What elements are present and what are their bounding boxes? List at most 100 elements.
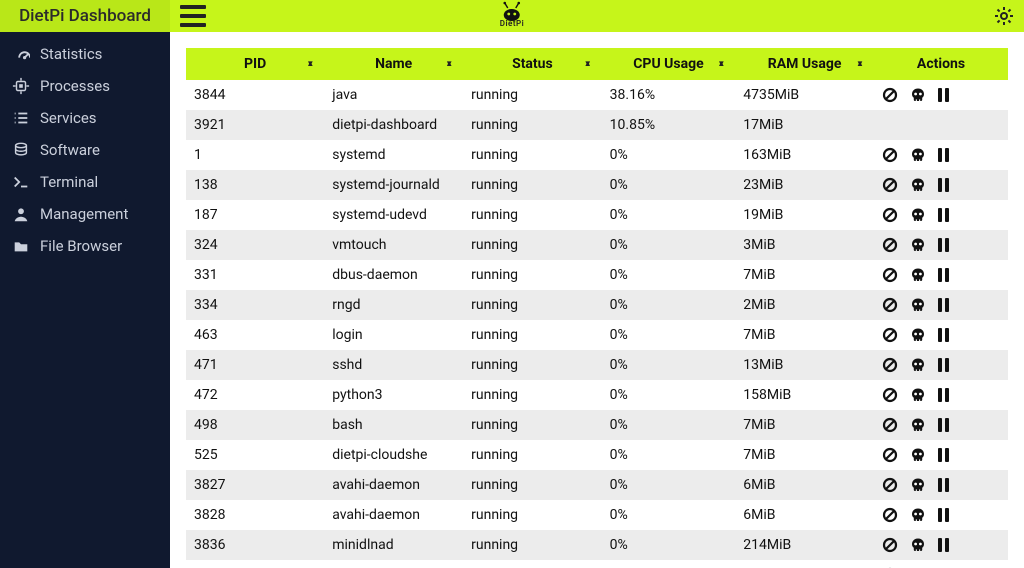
col-header-pid[interactable]: PID▲▼	[186, 48, 324, 80]
skull-icon[interactable]	[910, 447, 926, 463]
col-header-label: CPU Usage	[633, 56, 703, 72]
cell-status: running	[463, 260, 602, 290]
table-row: 3844javarunning38.16%4735MiB	[186, 80, 1008, 110]
col-header-status[interactable]: Status▲▼	[463, 48, 602, 80]
cell-name: vmtouch	[324, 230, 463, 260]
skull-icon[interactable]	[910, 267, 926, 283]
skull-icon[interactable]	[910, 537, 926, 553]
cell-pid: 525	[186, 440, 324, 470]
ban-icon[interactable]	[882, 297, 898, 313]
ban-icon[interactable]	[882, 87, 898, 103]
sidebar-item-processes[interactable]: Processes	[0, 70, 170, 102]
cell-status: running	[463, 530, 602, 560]
col-header-actions[interactable]: Actions	[874, 48, 1008, 80]
skull-icon[interactable]	[910, 147, 926, 163]
sidebar-item-management[interactable]: Management	[0, 198, 170, 230]
pause-icon[interactable]	[938, 268, 949, 282]
table-row: 3857cronrunning0%5MiB	[186, 560, 1008, 568]
ban-icon[interactable]	[882, 147, 898, 163]
app-logo: DietPi	[500, 1, 525, 28]
cell-status: running	[463, 200, 602, 230]
skull-icon[interactable]	[910, 177, 926, 193]
pause-icon[interactable]	[938, 358, 949, 372]
cell-actions	[874, 80, 1008, 110]
ban-icon[interactable]	[882, 327, 898, 343]
cell-pid: 3827	[186, 470, 324, 500]
cell-ram: 3MiB	[735, 230, 874, 260]
skull-icon[interactable]	[910, 207, 926, 223]
col-header-label: RAM Usage	[768, 56, 842, 72]
ban-icon[interactable]	[882, 177, 898, 193]
col-header-label: Name	[375, 56, 412, 72]
table-row: 3836minidlnadrunning0%214MiB	[186, 530, 1008, 560]
cell-name: avahi-daemon	[324, 470, 463, 500]
cell-name: avahi-daemon	[324, 500, 463, 530]
cell-status: running	[463, 170, 602, 200]
pause-icon[interactable]	[938, 298, 949, 312]
ban-icon[interactable]	[882, 357, 898, 373]
skull-icon[interactable]	[910, 477, 926, 493]
table-row: 525dietpi-cloudsherunning0%7MiB	[186, 440, 1008, 470]
cell-cpu: 0%	[602, 350, 736, 380]
skull-icon[interactable]	[910, 87, 926, 103]
ban-icon[interactable]	[882, 447, 898, 463]
skull-icon[interactable]	[910, 507, 926, 523]
skull-icon[interactable]	[910, 237, 926, 253]
ban-icon[interactable]	[882, 237, 898, 253]
skull-icon[interactable]	[910, 387, 926, 403]
menu-toggle-button[interactable]	[180, 0, 212, 32]
pause-icon[interactable]	[938, 508, 949, 522]
pause-icon[interactable]	[938, 88, 949, 102]
cell-cpu: 0%	[602, 410, 736, 440]
sidebar-item-file-browser[interactable]: File Browser	[0, 230, 170, 262]
sidebar-item-software[interactable]: Software	[0, 134, 170, 166]
ban-icon[interactable]	[882, 387, 898, 403]
pause-icon[interactable]	[938, 388, 949, 402]
pause-icon[interactable]	[938, 178, 949, 192]
ban-icon[interactable]	[882, 537, 898, 553]
pause-icon[interactable]	[938, 148, 949, 162]
pause-icon[interactable]	[938, 538, 949, 552]
brand-title: DietPi Dashboard	[0, 0, 170, 32]
cell-ram: 163MiB	[735, 140, 874, 170]
ban-icon[interactable]	[882, 507, 898, 523]
sidebar-item-services[interactable]: Services	[0, 102, 170, 134]
cell-name: systemd-journald	[324, 170, 463, 200]
sidebar-item-label: Management	[40, 205, 128, 223]
user-icon	[12, 205, 30, 223]
skull-icon[interactable]	[910, 297, 926, 313]
cell-status: running	[463, 290, 602, 320]
cell-actions	[874, 530, 1008, 560]
cell-pid: 3857	[186, 560, 324, 568]
sidebar-item-terminal[interactable]: Terminal	[0, 166, 170, 198]
sidebar-item-label: Statistics	[40, 45, 102, 63]
pause-icon[interactable]	[938, 328, 949, 342]
col-header-name[interactable]: Name▲▼	[324, 48, 463, 80]
ban-icon[interactable]	[882, 417, 898, 433]
ban-icon[interactable]	[882, 267, 898, 283]
col-header-ram-usage[interactable]: RAM Usage▲▼	[735, 48, 874, 80]
cell-actions	[874, 350, 1008, 380]
settings-button[interactable]	[994, 6, 1014, 30]
pause-icon[interactable]	[938, 238, 949, 252]
cell-actions	[874, 380, 1008, 410]
sidebar-item-statistics[interactable]: Statistics	[0, 38, 170, 70]
col-header-label: PID	[244, 56, 266, 72]
cell-actions	[874, 320, 1008, 350]
cell-name: dietpi-cloudshe	[324, 440, 463, 470]
logo-text: DietPi	[500, 19, 525, 28]
ban-icon[interactable]	[882, 207, 898, 223]
cell-cpu: 0%	[602, 170, 736, 200]
cell-actions	[874, 200, 1008, 230]
pause-icon[interactable]	[938, 478, 949, 492]
cell-name: sshd	[324, 350, 463, 380]
pause-icon[interactable]	[938, 208, 949, 222]
ban-icon[interactable]	[882, 477, 898, 493]
pause-icon[interactable]	[938, 418, 949, 432]
col-header-cpu-usage[interactable]: CPU Usage▲▼	[602, 48, 736, 80]
skull-icon[interactable]	[910, 417, 926, 433]
skull-icon[interactable]	[910, 357, 926, 373]
skull-icon[interactable]	[910, 327, 926, 343]
table-row: 3828avahi-daemonrunning0%6MiB	[186, 500, 1008, 530]
pause-icon[interactable]	[938, 448, 949, 462]
